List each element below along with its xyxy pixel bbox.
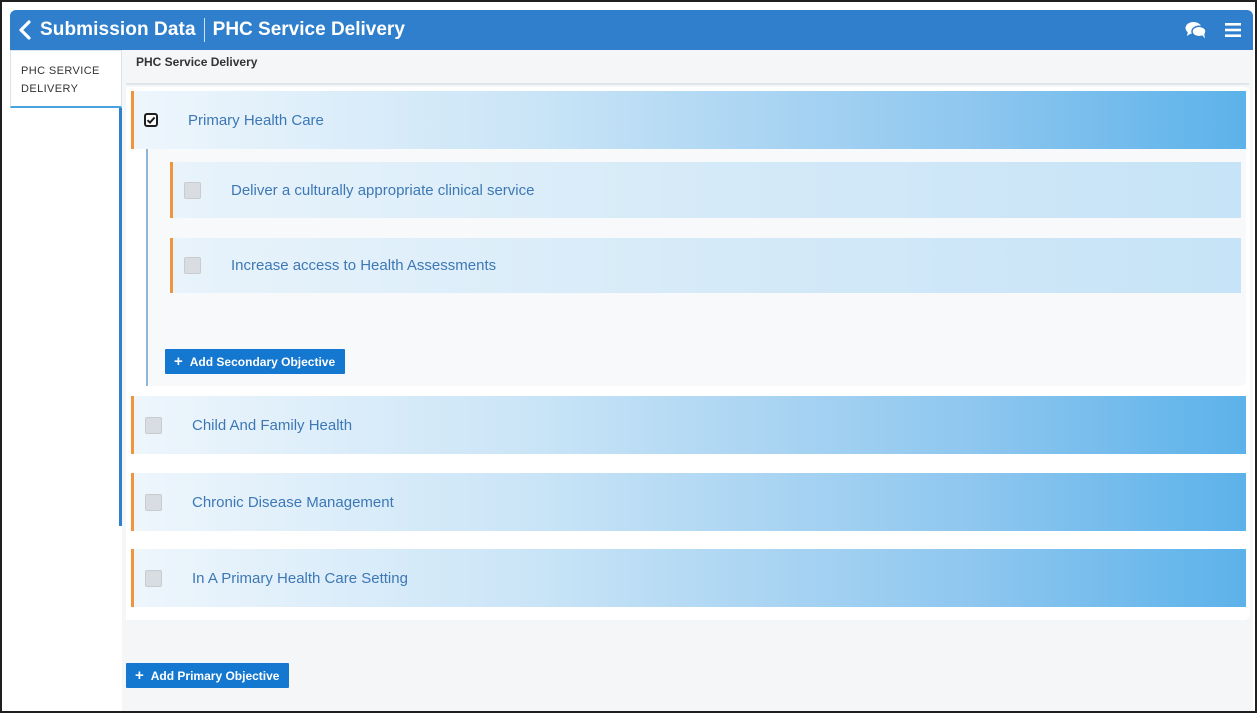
tab-phc-service-delivery[interactable]: PHC SERVICE DELIVERY bbox=[10, 50, 122, 108]
secondary-objective-label: Increase access to Health Assessments bbox=[231, 257, 497, 274]
secondary-objective-row[interactable]: Increase access to Health Assessments bbox=[170, 238, 1241, 293]
side-tabs: PHC SERVICE DELIVERY bbox=[10, 50, 122, 526]
primary-objective-row[interactable]: In A Primary Health Care Setting bbox=[131, 549, 1246, 607]
secondary-objective-label: Deliver a culturally appropriate clinica… bbox=[231, 181, 535, 199]
app-window: Submission Data PHC Service Delivery PHC… bbox=[0, 0, 1257, 713]
page-header: Submission Data PHC Service Delivery bbox=[10, 10, 1253, 50]
chat-button[interactable] bbox=[1185, 21, 1207, 39]
secondary-objective-checkbox[interactable] bbox=[184, 257, 201, 274]
header-divider bbox=[203, 18, 205, 42]
primary-objective-checkbox[interactable] bbox=[145, 416, 162, 434]
primary-objective-label: Primary Health Care bbox=[188, 111, 324, 129]
plus-icon: + bbox=[174, 353, 183, 370]
secondary-objective-checkbox[interactable] bbox=[184, 181, 201, 199]
back-button[interactable] bbox=[10, 10, 40, 50]
primary-objective-checkbox[interactable] bbox=[145, 493, 162, 511]
main-content: PHC Service Delivery Primary Health Care… bbox=[122, 50, 1253, 711]
header-actions bbox=[1185, 21, 1253, 39]
menu-button[interactable] bbox=[1225, 23, 1241, 37]
chat-bubbles-icon bbox=[1185, 22, 1207, 39]
add-secondary-label: Add Secondary Objective bbox=[189, 354, 336, 369]
chevron-left-icon bbox=[19, 20, 31, 40]
primary-objective-checkbox[interactable] bbox=[144, 113, 158, 127]
tab-label: PHC SERVICE DELIVERY bbox=[21, 65, 100, 95]
add-primary-label: Add Primary Objective bbox=[150, 668, 280, 683]
hamburger-menu-icon bbox=[1225, 23, 1241, 37]
secondary-objective-row[interactable]: Deliver a culturally appropriate clinica… bbox=[170, 162, 1241, 218]
page-title: Submission Data bbox=[40, 19, 196, 40]
section-title: PHC Service Delivery bbox=[136, 55, 258, 69]
primary-objective-row[interactable]: Child And Family Health bbox=[131, 396, 1246, 454]
add-secondary-objective-button[interactable]: + Add Secondary Objective bbox=[165, 349, 346, 374]
section-divider bbox=[126, 83, 1249, 85]
checkmark-icon bbox=[146, 116, 156, 125]
primary-objective-row[interactable]: Primary Health Care bbox=[131, 91, 1246, 149]
primary-objective-label: In A Primary Health Care Setting bbox=[192, 569, 408, 587]
primary-objective-row[interactable]: Chronic Disease Management bbox=[131, 473, 1246, 531]
secondary-indent-line bbox=[146, 149, 148, 386]
page-subtitle: PHC Service Delivery bbox=[212, 19, 405, 40]
add-primary-objective-button[interactable]: + Add Primary Objective bbox=[126, 663, 290, 688]
primary-objective-label: Chronic Disease Management bbox=[192, 493, 394, 511]
primary-objective-checkbox[interactable] bbox=[145, 569, 162, 587]
plus-icon: + bbox=[135, 667, 144, 684]
primary-objective-label: Child And Family Health bbox=[192, 416, 353, 434]
